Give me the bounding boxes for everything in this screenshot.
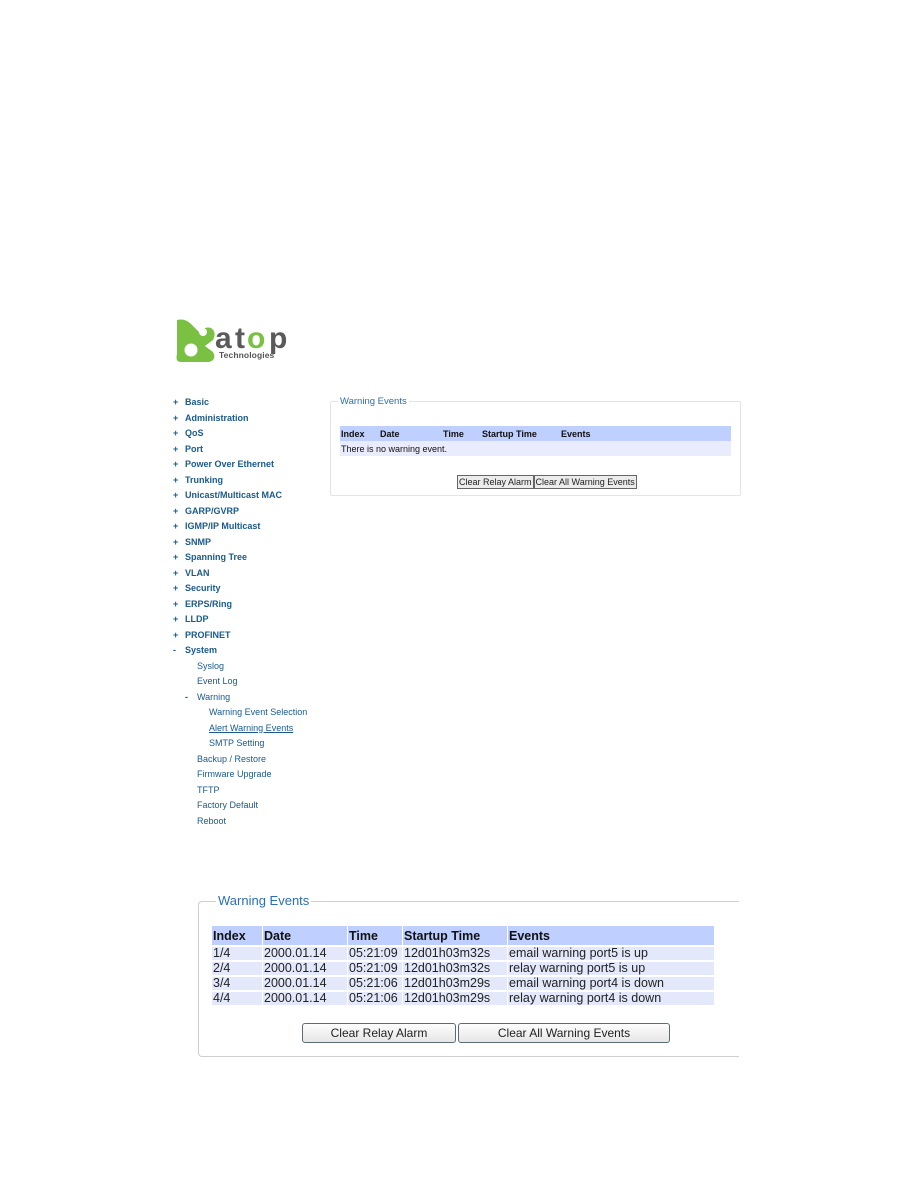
empty-message: There is no warning event.	[340, 441, 731, 456]
cell-event: relay warning port4 is down	[508, 992, 714, 1005]
nav-item-system[interactable]: - System	[173, 643, 323, 659]
expand-plus-icon: +	[173, 505, 179, 516]
table-row: 1/4 2000.01.14 05:21:09 12d01h03m32s ema…	[212, 947, 714, 960]
cell-index: 3/4	[212, 977, 262, 990]
nav-item-factory-default[interactable]: Factory Default	[173, 798, 323, 814]
panel-legend: Warning Events	[338, 396, 409, 407]
nav-item-profinet[interactable]: + PROFINET	[173, 628, 323, 644]
cell-startup-time: 12d01h03m32s	[403, 947, 507, 960]
nav-item-syslog[interactable]: Syslog	[173, 659, 323, 675]
nav-item-backup-restore[interactable]: Backup / Restore	[173, 752, 323, 768]
nav-item-spanning-tree[interactable]: + Spanning Tree	[173, 550, 323, 566]
cell-time: 05:21:06	[348, 992, 402, 1005]
table-header-row: Index Date Time Startup Time Events	[340, 426, 731, 441]
nav-item-vlan[interactable]: + VLAN	[173, 566, 323, 582]
warning-events-table: Index Date Time Startup Time Events Ther…	[340, 426, 731, 456]
expand-plus-icon: +	[173, 583, 179, 593]
cell-date: 2000.01.14	[263, 947, 347, 960]
expand-plus-icon: +	[173, 598, 179, 609]
col-header-startup-time: Startup Time	[481, 426, 560, 441]
cell-time: 05:21:09	[348, 962, 402, 975]
nav-item-erps-ring[interactable]: + ERPS/Ring	[173, 597, 323, 613]
nav-item-qos[interactable]: + QoS	[173, 426, 323, 442]
nav-item-event-log[interactable]: Event Log	[173, 674, 323, 690]
table-row: 2/4 2000.01.14 05:21:09 12d01h03m32s rel…	[212, 962, 714, 975]
col-header-time: Time	[348, 926, 402, 945]
cell-event: email warning port5 is up	[508, 947, 714, 960]
collapse-minus-icon: -	[185, 691, 188, 702]
nav-item-tftp[interactable]: TFTP	[173, 783, 323, 799]
col-header-startup-time: Startup Time	[403, 926, 507, 945]
nav-item-trunking[interactable]: + Trunking	[173, 473, 323, 489]
clear-all-warning-events-button[interactable]: Clear All Warning Events	[533, 475, 637, 489]
cell-date: 2000.01.14	[263, 992, 347, 1005]
col-header-events: Events	[560, 426, 731, 441]
nav-item-warning[interactable]: - Warning	[173, 690, 323, 706]
table-header-row: Index Date Time Startup Time Events	[212, 926, 714, 945]
col-header-index: Index	[340, 426, 379, 441]
table-row: 3/4 2000.01.14 05:21:06 12d01h03m29s ema…	[212, 977, 714, 990]
cell-startup-time: 12d01h03m29s	[403, 992, 507, 1005]
nav-item-lldp[interactable]: + LLDP	[173, 612, 323, 628]
logo-subtext: Technologies	[219, 350, 275, 360]
expand-plus-icon: +	[173, 567, 179, 578]
cell-index: 1/4	[212, 947, 262, 960]
nav-item-snmp[interactable]: + SNMP	[173, 535, 323, 551]
atop-logo: a t o p Technologies	[175, 318, 317, 364]
cell-startup-time: 12d01h03m32s	[403, 962, 507, 975]
warning-events-table: Index Date Time Startup Time Events 1/4 …	[211, 924, 715, 1007]
nav-item-alert-warning-events[interactable]: Alert Warning Events	[173, 721, 323, 737]
warning-events-panel: Warning Events Index Date Time Startup T…	[330, 396, 741, 496]
col-header-time: Time	[442, 426, 481, 441]
expand-plus-icon: +	[173, 443, 179, 454]
expand-plus-icon: +	[173, 412, 179, 423]
expand-plus-icon: +	[173, 614, 179, 624]
panel-legend: Warning Events	[216, 893, 312, 908]
sidebar-nav: + Basic + Administration + QoS + Port + Power…	[173, 395, 323, 829]
nav-item-security[interactable]: + Security	[173, 581, 323, 597]
clear-relay-alarm-button[interactable]: Clear Relay Alarm	[457, 475, 534, 489]
col-header-date: Date	[379, 426, 442, 441]
expand-plus-icon: +	[173, 552, 179, 562]
nav-item-basic[interactable]: + Basic	[173, 395, 323, 411]
col-header-index: Index	[212, 926, 262, 945]
cell-index: 4/4	[212, 992, 262, 1005]
expand-plus-icon: +	[173, 490, 179, 500]
nav-item-administration[interactable]: + Administration	[173, 411, 323, 427]
nav-item-unicast-multicast-mac[interactable]: + Unicast/Multicast MAC	[173, 488, 323, 504]
expand-plus-icon: +	[173, 521, 179, 531]
nav-item-garp-gvrp[interactable]: + GARP/GVRP	[173, 504, 323, 520]
cell-startup-time: 12d01h03m29s	[403, 977, 507, 990]
nav-item-warning-event-selection[interactable]: Warning Event Selection	[173, 705, 323, 721]
clear-relay-alarm-button[interactable]: Clear Relay Alarm	[302, 1023, 456, 1043]
expand-plus-icon: +	[173, 474, 179, 485]
nav-item-port[interactable]: + Port	[173, 442, 323, 458]
cell-date: 2000.01.14	[263, 977, 347, 990]
nav-item-poe[interactable]: + Power Over Ethernet	[173, 457, 323, 473]
nav-item-smtp-setting[interactable]: SMTP Setting	[173, 736, 323, 752]
clear-all-warning-events-button[interactable]: Clear All Warning Events	[458, 1023, 670, 1043]
table-row: 4/4 2000.01.14 05:21:06 12d01h03m29s rel…	[212, 992, 714, 1005]
expand-plus-icon: +	[173, 428, 179, 438]
nav-item-reboot[interactable]: Reboot	[173, 814, 323, 830]
col-header-date: Date	[263, 926, 347, 945]
cell-event: relay warning port5 is up	[508, 962, 714, 975]
nav-item-firmware-upgrade[interactable]: Firmware Upgrade	[173, 767, 323, 783]
cell-time: 05:21:06	[348, 977, 402, 990]
cell-event: email warning port4 is down	[508, 977, 714, 990]
cell-index: 2/4	[212, 962, 262, 975]
expand-plus-icon: +	[173, 536, 179, 547]
expand-plus-icon: +	[173, 629, 179, 640]
col-header-events: Events	[508, 926, 714, 945]
expand-plus-icon: +	[173, 459, 179, 469]
collapse-minus-icon: -	[173, 645, 176, 655]
expand-plus-icon: +	[173, 397, 179, 407]
cell-time: 05:21:09	[348, 947, 402, 960]
cell-date: 2000.01.14	[263, 962, 347, 975]
warning-events-panel-enlarged: Warning Events Index Date Time Startup T…	[198, 893, 739, 1057]
table-row: There is no warning event.	[340, 441, 731, 456]
nav-item-igmp[interactable]: + IGMP/IP Multicast	[173, 519, 323, 535]
